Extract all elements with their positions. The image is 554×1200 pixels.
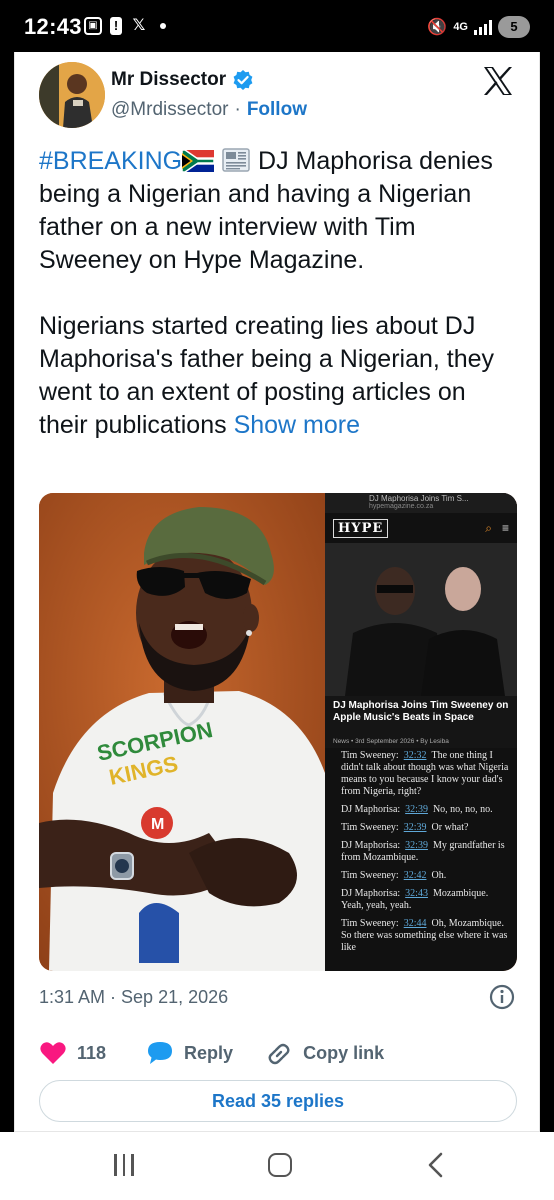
author-name[interactable]: Mr Dissector (111, 69, 226, 91)
hype-logo: HYPE (333, 518, 389, 538)
status-time: 12:43 (24, 14, 82, 39)
transcript-line: DJ Maphorisa: 32:43 Mozambique. Yeah, ye… (341, 888, 489, 911)
network-type: 4G (453, 21, 468, 33)
screenshot-url: hypemagazine.co.za (369, 503, 434, 510)
recent-apps-icon[interactable] (114, 1154, 134, 1176)
heart-icon (40, 1042, 66, 1064)
avatar[interactable] (39, 62, 105, 128)
author-handle[interactable]: @Mrdissector (111, 99, 228, 121)
status-notification-icons: ▣ ! 𝕏 (84, 17, 166, 35)
home-icon[interactable] (268, 1153, 292, 1177)
x-logo-icon[interactable] (481, 64, 515, 98)
tweet-actions: 118 Reply Copy link (39, 1040, 384, 1066)
tweet-text: #BREAKING DJ Maphorisa denies being a Ni… (39, 145, 519, 442)
article-transcript: Tim Sweeney: 32:32 The one thing I didn'… (325, 748, 517, 954)
follow-button[interactable]: Follow (247, 99, 307, 121)
screenshot-site-header: HYPE ⌕ ≡ (325, 513, 517, 543)
separator-dot: · (234, 99, 241, 120)
copy-link-label: Copy link (303, 1042, 385, 1063)
mute-icon: 🔇 (427, 19, 448, 36)
status-system-icons: 🔇 4G 5 (427, 16, 530, 38)
read-replies-button[interactable]: Read 35 replies (39, 1080, 517, 1122)
verified-badge-icon (233, 70, 253, 90)
back-icon[interactable] (426, 1152, 446, 1178)
transcript-line: Tim Sweeney: 32:44 Oh, Mozambique. So th… (341, 918, 508, 953)
transcript-line: Tim Sweeney: 32:32 The one thing I didn'… (341, 750, 509, 797)
copy-link-button[interactable]: Copy link (265, 1040, 384, 1066)
transcript-line: DJ Maphorisa: 32:39 My grandfather is fr… (341, 840, 505, 863)
newspaper-icon (222, 148, 250, 172)
info-icon[interactable] (489, 984, 515, 1010)
tweet-media[interactable]: SCORPION KINGS M DJ Maphorisa Joins Tim … (39, 493, 517, 971)
reply-label: Reply (184, 1042, 234, 1063)
like-count: 118 (77, 1042, 107, 1063)
battery-indicator: 5 (498, 16, 530, 38)
reply-button[interactable]: Reply (146, 1040, 233, 1066)
tweet-card: Mr Dissector @Mrdissector · Follow #BREA… (14, 52, 540, 1132)
tweet-timestamp[interactable]: 1:31 AM · Sep 21, 2026 (39, 987, 228, 1008)
hashtag-link[interactable]: #BREAKING (39, 147, 182, 175)
show-more-link[interactable]: Show more (234, 411, 360, 439)
menu-icon: ≡ (501, 520, 509, 535)
screenshot-icon: ▣ (84, 17, 102, 35)
transcript-line: Tim Sweeney: 32:39 Or what? (341, 822, 469, 833)
article-hero-image (325, 543, 517, 696)
article-meta: News • 3rd September 2026 • By Lesiba (325, 738, 517, 748)
author-handle-row: @Mrdissector · Follow (111, 99, 307, 121)
system-navigation-bar (0, 1132, 554, 1200)
status-bar: 12:43 ▣ ! 𝕏 🔇 4G 5 (0, 0, 554, 52)
transcript-line: Tim Sweeney: 32:42 Oh. (341, 870, 447, 881)
more-notifications-dot-icon (160, 23, 166, 29)
south-africa-flag-icon (182, 150, 215, 172)
author-name-row: Mr Dissector (111, 69, 254, 91)
reply-bubble-icon (148, 1042, 173, 1064)
article-headline: DJ Maphorisa Joins Tim Sweeney on Apple … (325, 696, 517, 738)
article-screenshot: DJ Maphorisa Joins Tim S... hypemagazine… (325, 493, 517, 971)
dj-maphorisa-photo: SCORPION KINGS M (39, 493, 325, 971)
like-button[interactable]: 118 (39, 1040, 106, 1066)
avatar-image (39, 62, 105, 128)
screenshot-url-bar: DJ Maphorisa Joins Tim S... hypemagazine… (325, 493, 517, 513)
link-icon (268, 1043, 290, 1065)
x-notification-icon: 𝕏 (132, 17, 146, 34)
alert-icon: ! (110, 17, 122, 35)
screenshot-tab-title: DJ Maphorisa Joins Tim S... (369, 494, 469, 503)
transcript-line: DJ Maphorisa: 32:39 No, no, no, no. (341, 804, 493, 815)
signal-icon (474, 19, 492, 35)
search-icon: ⌕ (485, 520, 492, 535)
svg-text:M: M (151, 816, 164, 833)
